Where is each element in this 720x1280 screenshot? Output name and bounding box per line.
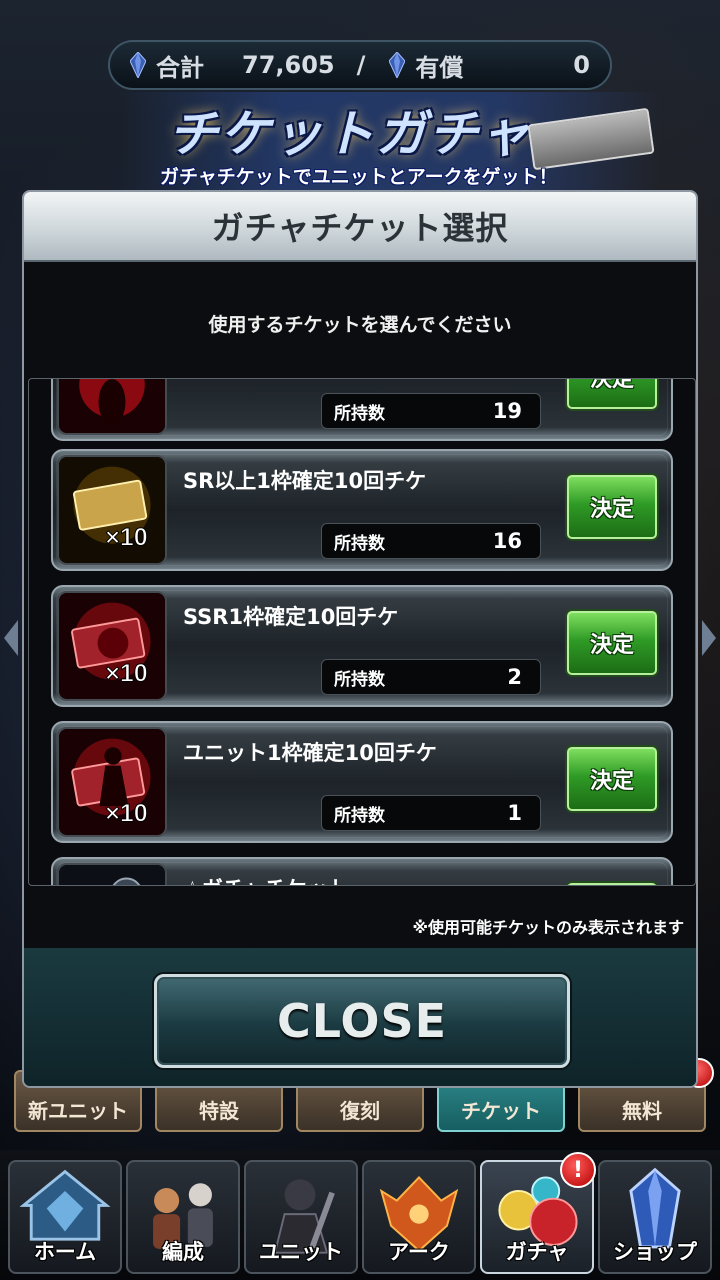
nav-party[interactable]: 編成 xyxy=(126,1160,240,1274)
count-label: 所持数 xyxy=(334,805,385,826)
paid-value: 0 xyxy=(573,51,590,79)
nav-party-label: 編成 xyxy=(162,1240,204,1264)
ticket-row: ☆ガチャチケット 決定 xyxy=(51,857,673,885)
count-value: 1 xyxy=(507,801,522,825)
total-label: 合計 xyxy=(156,53,204,82)
ticket-count-box: 所持数 2 xyxy=(321,659,541,695)
ticket-select-modal: ガチャチケット選択 使用するチケットを選んでください 所持数 19 決定 ×10… xyxy=(22,190,698,1088)
ticket-list[interactable]: 所持数 19 決定 ×10 SR以上1枠確定10回チケ 所持数 16 決定 ×1… xyxy=(28,378,696,886)
star-ticket-icon xyxy=(57,863,167,885)
modal-note: ※使用可能チケットのみ表示されます xyxy=(412,918,684,937)
crystal-icon xyxy=(130,52,146,78)
ticket-name: SSR1枠確定10回チケ xyxy=(183,605,399,629)
decide-button[interactable]: 決定 xyxy=(567,475,657,539)
nav-shop-label: ショップ xyxy=(613,1240,697,1264)
svg-text:×10: ×10 xyxy=(105,524,148,552)
bottom-nav: ホーム 編成 ユニット アーク ガチャ ショップ xyxy=(0,1150,720,1280)
gold-ticket-x10-icon: ×10 xyxy=(57,455,167,565)
ticket-count-box: 所持数 1 xyxy=(321,795,541,831)
modal-title: ガチャチケット選択 xyxy=(211,209,509,247)
ticket-row: ×10 SSR1枠確定10回チケ 所持数 2 決定 xyxy=(51,585,673,707)
svg-text:×10: ×10 xyxy=(105,660,148,688)
carousel-left-arrow-icon[interactable] xyxy=(4,620,18,656)
decide-button[interactable]: 決定 xyxy=(567,611,657,675)
decide-button[interactable]: 決定 xyxy=(567,883,657,885)
count-label: 所持数 xyxy=(334,533,385,554)
count-value: 2 xyxy=(507,665,522,689)
ticket-count-box: 所持数 16 xyxy=(321,523,541,559)
nav-shop[interactable]: ショップ xyxy=(598,1160,712,1274)
nav-home[interactable]: ホーム xyxy=(8,1160,122,1274)
banner-ticket-image xyxy=(527,107,655,171)
paid-label: 有償 xyxy=(415,53,464,82)
nav-gacha-label: ガチャ xyxy=(505,1240,569,1264)
nav-home-label: ホーム xyxy=(33,1240,97,1264)
ticket-row: 所持数 19 決定 xyxy=(51,379,673,441)
ticket-name: SR以上1枠確定10回チケ xyxy=(183,469,427,493)
nav-ark-label: アーク xyxy=(388,1240,450,1264)
ticket-gacha-banner: チケットガチャ ガチャチケットでユニットとアークをゲット！ xyxy=(120,92,660,192)
count-value: 19 xyxy=(492,399,522,423)
ticket-row: ×10 SR以上1枠確定10回チケ 所持数 16 決定 xyxy=(51,449,673,571)
currency-separator: / xyxy=(356,51,366,79)
nav-ark[interactable]: アーク xyxy=(362,1160,476,1274)
nav-unit[interactable]: ユニット xyxy=(244,1160,358,1274)
ticket-row: ×10 ユニット1枠確定10回チケ 所持数 1 決定 xyxy=(51,721,673,843)
ticket-count-box: 所持数 19 xyxy=(321,393,541,429)
modal-footer: CLOSE xyxy=(24,948,696,1086)
currency-bar: 合計 77,605 / 有償 0 xyxy=(108,40,612,90)
close-button[interactable]: CLOSE xyxy=(154,974,570,1068)
gacha-notification-badge: ! xyxy=(560,1152,596,1188)
ticket-name: ☆ガチャチケット xyxy=(183,873,349,885)
red-unit-ticket-icon xyxy=(57,379,167,435)
banner-title: チケットガチャ xyxy=(168,105,532,163)
ticket-name: ユニット1枠確定10回チケ xyxy=(183,741,437,765)
red-ticket-x10-icon: ×10 xyxy=(57,591,167,701)
count-label: 所持数 xyxy=(334,403,385,424)
paid-crystal-icon xyxy=(389,52,406,78)
count-value: 16 xyxy=(492,529,522,553)
modal-header: ガチャチケット選択 xyxy=(24,192,696,262)
modal-instruction: 使用するチケットを選んでください xyxy=(208,314,512,336)
banner-subtitle: ガチャチケットでユニットとアークをゲット！ xyxy=(160,166,558,188)
svg-text:×10: ×10 xyxy=(105,800,148,828)
carousel-right-arrow-icon[interactable] xyxy=(702,620,716,656)
decide-button[interactable]: 決定 xyxy=(567,747,657,811)
nav-unit-label: ユニット xyxy=(259,1240,343,1264)
total-value: 77,605 xyxy=(242,51,335,79)
decide-button[interactable]: 決定 xyxy=(567,379,657,409)
unit-ticket-x10-icon: ×10 xyxy=(57,727,167,837)
count-label: 所持数 xyxy=(334,669,385,690)
